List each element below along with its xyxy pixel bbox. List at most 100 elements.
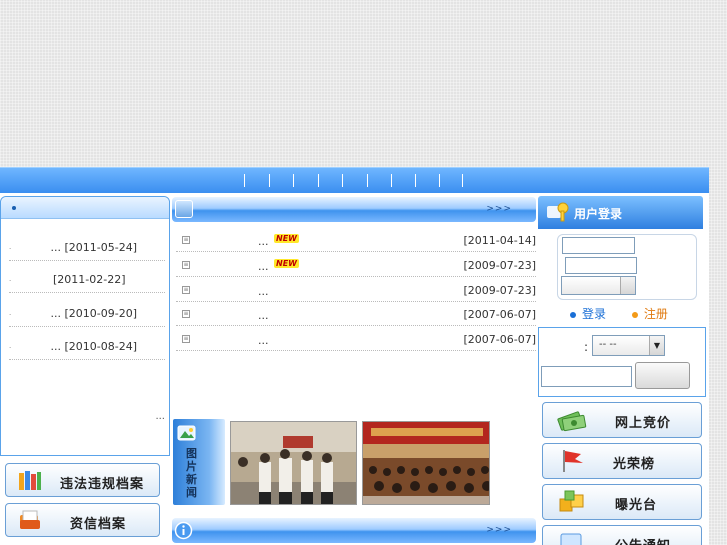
nav-separator [462, 174, 463, 187]
news-date: [2011-04-14] [463, 234, 536, 247]
nav-separator [415, 174, 416, 187]
item-date: [2011-05-24] [64, 241, 137, 254]
nav-separator [439, 174, 440, 187]
login-links: 登录 注册 [570, 305, 668, 322]
exposure-board-button[interactable]: 曝光台 [542, 484, 702, 520]
left-news-panel: · ... [2011-05-24] · [2011-02-22] · ... … [0, 196, 170, 456]
center-info-header: >>> [172, 518, 536, 543]
news-date: [2007-06-07] [463, 333, 536, 346]
item-ellipsis: ... [50, 307, 61, 320]
select-label: : [584, 340, 589, 354]
bullet-icon: · [9, 277, 12, 285]
more-link[interactable]: ... [155, 411, 165, 422]
document-icon: ≡ [182, 236, 190, 244]
button-label: 违法违规档案 [60, 477, 145, 492]
news-title: ... [258, 334, 269, 347]
button-label: 曝光台 [615, 498, 658, 513]
top-nav-bar [0, 167, 709, 193]
meeting-photo [231, 422, 356, 504]
folder-icon [20, 510, 40, 529]
search-button[interactable] [635, 362, 690, 389]
document-icon: ≡ [182, 310, 190, 318]
select-value: -- -- [599, 339, 617, 350]
button-label: 光荣榜 [613, 457, 656, 472]
username-input[interactable] [562, 237, 635, 254]
nav-separator [293, 174, 294, 187]
books-icon [19, 471, 41, 490]
honor-roll-button[interactable]: 光荣榜 [542, 443, 702, 479]
item-ellipsis: ... [50, 340, 61, 353]
login-form [557, 234, 697, 300]
nav-separator [318, 174, 319, 187]
list-item[interactable]: · ... [2010-08-24] [9, 332, 165, 360]
picture-icon [177, 425, 196, 441]
list-item[interactable]: · [2011-02-22] [9, 265, 165, 293]
news-title: ... [258, 235, 269, 248]
boxes-icon [559, 490, 584, 512]
bullet-icon: · [9, 245, 12, 253]
money-icon [557, 411, 587, 432]
center-news-header: >>> [172, 197, 536, 222]
online-bidding-button[interactable]: 网上竞价 [542, 402, 702, 438]
bullet-icon [12, 206, 16, 210]
news-row[interactable]: ≡ ... NEW [2011-04-14] [176, 228, 536, 252]
more-link[interactable]: >>> [486, 525, 512, 535]
bullet-icon: · [9, 311, 12, 319]
news-photo-1[interactable] [230, 421, 357, 505]
photo-news-tab[interactable]: 图片新闻 [173, 419, 225, 505]
keys-icon [547, 202, 569, 222]
item-date: [2010-09-20] [64, 307, 137, 320]
news-title: ... [258, 285, 269, 298]
item-date: [2010-08-24] [64, 340, 137, 353]
list-item[interactable]: · ... [2011-05-24] [9, 233, 165, 261]
login-title: 用户登录 [574, 207, 623, 221]
region-select[interactable]: -- -- ▼ [592, 335, 665, 356]
document-icon: ≡ [182, 286, 190, 294]
news-title: ... [258, 260, 269, 273]
announcement-button[interactable]: 公告通知 [542, 525, 702, 545]
search-input[interactable] [541, 366, 632, 387]
credit-archive-button[interactable]: 资信档案 [5, 503, 160, 537]
bullet-icon [570, 311, 576, 318]
nav-separator [391, 174, 392, 187]
news-icon [175, 200, 193, 218]
register-link[interactable]: 注册 [631, 307, 668, 321]
button-label: 资信档案 [70, 517, 127, 532]
nav-separator [342, 174, 343, 187]
region-select-panel: : -- -- ▼ [538, 327, 706, 397]
left-panel-header [1, 197, 169, 219]
chevron-down-icon: ▼ [649, 336, 664, 355]
info-icon [174, 521, 193, 540]
violation-archive-button[interactable]: 违法违规档案 [5, 463, 160, 497]
news-date: [2009-07-23] [463, 284, 536, 297]
document-icon: ≡ [182, 335, 190, 343]
news-date: [2007-06-07] [463, 308, 536, 321]
news-row[interactable]: ≡ ... [2009-07-23] [176, 278, 536, 302]
new-badge: NEW [274, 259, 299, 268]
new-badge: NEW [274, 234, 299, 243]
news-title: ... [258, 309, 269, 322]
bullet-icon [631, 311, 638, 318]
bullet-icon: · [9, 344, 12, 352]
nav-separator [367, 174, 368, 187]
chevron-down-icon [620, 277, 635, 294]
news-row[interactable]: ≡ ... [2007-06-07] [176, 327, 536, 351]
news-row[interactable]: ≡ ... [2007-06-07] [176, 302, 536, 326]
notice-icon [560, 533, 582, 545]
login-type-select[interactable] [561, 276, 636, 295]
news-date: [2009-07-23] [463, 259, 536, 272]
list-item[interactable]: · ... [2010-09-20] [9, 299, 165, 327]
document-icon: ≡ [182, 261, 190, 269]
news-photo-2[interactable] [362, 421, 490, 505]
news-row[interactable]: ≡ ... NEW [2009-07-23] [176, 253, 536, 277]
more-link[interactable]: >>> [486, 204, 512, 214]
item-ellipsis: ... [50, 241, 61, 254]
login-header: 用户登录 [538, 196, 703, 229]
button-label: 公告通知 [615, 535, 671, 545]
nav-separator [244, 174, 245, 187]
photo-news-label: 图片新闻 [186, 447, 197, 499]
nav-separator [269, 174, 270, 187]
item-date: [2011-02-22] [53, 273, 126, 286]
password-input[interactable] [565, 257, 637, 274]
login-link[interactable]: 登录 [570, 307, 610, 321]
